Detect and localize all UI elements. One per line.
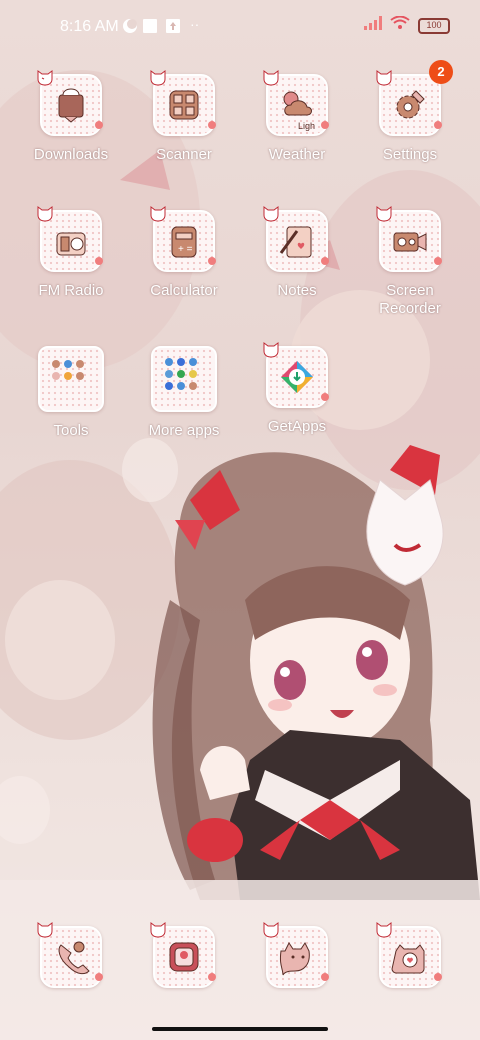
app-fm-radio[interactable]: FM Radio xyxy=(16,206,126,300)
battery-icon: 100 xyxy=(418,17,450,34)
app-downloads[interactable]: Downloads xyxy=(16,70,126,164)
download-icon xyxy=(37,70,103,136)
app-scanner[interactable]: Scanner xyxy=(129,70,239,164)
folder-icon xyxy=(38,346,104,412)
status-time: 8:16 AM xyxy=(60,18,119,35)
camera-icon xyxy=(376,922,442,988)
app-calculator[interactable]: + = Calculator xyxy=(129,206,239,300)
folder-tools[interactable]: Tools xyxy=(16,346,126,440)
notes-icon xyxy=(263,206,329,272)
scanner-icon xyxy=(150,70,216,136)
moon-icon xyxy=(122,18,138,39)
app-label: Notes xyxy=(277,282,317,299)
app-weather[interactable]: Ligh Weather xyxy=(242,70,352,164)
app-label: Downloads xyxy=(33,146,109,163)
fox-mask-icon xyxy=(37,70,53,86)
folder-icon xyxy=(151,346,217,412)
app-label: Tools xyxy=(53,422,89,439)
gear-icon: 2 xyxy=(376,60,453,136)
square-icon xyxy=(142,18,158,39)
app-label: FM Radio xyxy=(38,282,104,299)
status-bar: 8:16 AM ·· 100 xyxy=(0,0,480,56)
radio-icon xyxy=(37,206,103,272)
folder-more-apps[interactable]: More apps xyxy=(129,346,239,440)
app-label: Settings xyxy=(382,146,438,163)
app-label: Weather xyxy=(268,146,326,163)
svg-text:+ =: + = xyxy=(178,244,193,255)
wifi-icon xyxy=(390,15,410,35)
app-label: More apps xyxy=(148,422,220,439)
app-label: Calculator xyxy=(150,282,218,299)
dock-messages[interactable] xyxy=(242,922,352,988)
dock-phone[interactable] xyxy=(16,922,126,988)
video-camera-icon xyxy=(376,206,442,272)
battery-level: 100 xyxy=(426,19,442,30)
app-label: Scanner xyxy=(156,146,212,163)
dock-camera[interactable] xyxy=(355,922,465,988)
app-settings[interactable]: 2 Settings xyxy=(355,60,465,164)
phone-icon xyxy=(37,922,103,988)
app-getapps[interactable]: GetApps xyxy=(242,342,352,436)
weather-sublabel: Ligh xyxy=(298,121,316,131)
signal-icon xyxy=(364,16,382,35)
app-notes[interactable]: Notes xyxy=(242,206,352,300)
app-label: GetApps xyxy=(267,418,327,435)
notification-badge: 2 xyxy=(429,60,453,84)
arrow-up-box-icon xyxy=(165,18,181,39)
getapps-icon xyxy=(263,342,329,408)
gallery-icon xyxy=(150,922,216,988)
weather-icon: Ligh xyxy=(263,70,329,136)
home-gesture-bar[interactable] xyxy=(152,1027,328,1031)
app-label: Screen Recorder xyxy=(379,282,441,317)
dots-icon: ·· xyxy=(190,16,200,32)
calculator-icon: + = xyxy=(150,206,216,272)
dock-gallery[interactable] xyxy=(129,922,239,988)
app-screen-recorder[interactable]: Screen Recorder xyxy=(355,206,465,318)
messages-icon xyxy=(263,922,329,988)
